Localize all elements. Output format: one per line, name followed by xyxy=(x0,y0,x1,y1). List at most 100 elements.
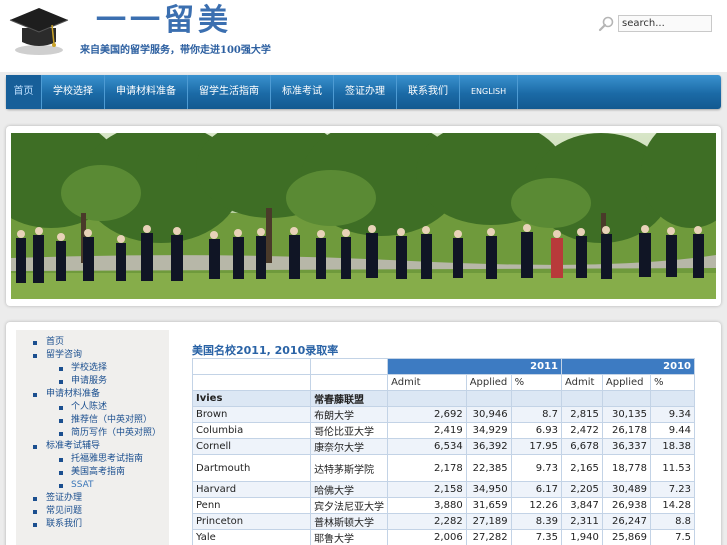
table-subheader-admit-2011: Admit xyxy=(387,374,467,391)
sidebar-item-sat-guide[interactable]: 美国高考指南 xyxy=(16,466,169,479)
logo-title-text: 一一留美 xyxy=(96,3,232,38)
table-subheader-admit-2010: Admit xyxy=(560,374,603,391)
table-header-blank xyxy=(191,358,312,375)
table-cell xyxy=(387,390,467,407)
table-cell xyxy=(510,390,562,407)
nav-item-study-life-guide[interactable]: 留学生活指南 xyxy=(188,75,271,109)
school-cn-cell: 耶鲁大学 xyxy=(310,529,389,545)
nav-item-home[interactable]: 首页 xyxy=(6,75,42,109)
school-cn-cell: 哥伦比亚大学 xyxy=(310,422,389,439)
value-cell: 25,869 xyxy=(601,529,652,545)
value-cell: 27,282 xyxy=(465,529,512,545)
value-cell: 6.93 xyxy=(510,422,562,439)
school-cn-cell: 哈佛大学 xyxy=(310,481,389,498)
school-name-cell: Cornell xyxy=(191,438,312,455)
school-cn-cell: 达特茅斯学院 xyxy=(310,454,389,482)
value-cell: 7.5 xyxy=(650,529,695,545)
nav-item-english[interactable]: ENGLISH xyxy=(460,75,519,109)
sidebar-item-resume-writing[interactable]: 简历写作（中英对照） xyxy=(16,427,169,440)
sidebar-item-recommendation-letter[interactable]: 推荐信（中英对照） xyxy=(16,414,169,427)
article-title[interactable]: 美国名校2011, 2010录取率 xyxy=(192,342,696,358)
table-subheader-percent-2011: % xyxy=(510,374,562,391)
school-name-cell: Columbia xyxy=(191,422,312,439)
sidebar: 首页 留学咨询 学校选择 申请服务 申请材料准备 个人陈述 推荐信（中英对照） … xyxy=(16,330,169,545)
nav-item-school-selection[interactable]: 学校选择 xyxy=(42,75,105,109)
value-cell: 18,778 xyxy=(601,454,652,482)
sidebar-item-school-selection[interactable]: 学校选择 xyxy=(16,362,169,375)
table-subheader-applied-2010: Applied xyxy=(601,374,652,391)
table-row: Cornell 康奈尔大学 6,534 36,392 17.95 6,678 36,337 1… xyxy=(191,438,695,455)
table-cell xyxy=(560,390,603,407)
school-cn-cell: 宾夕法尼亚大学 xyxy=(310,497,389,514)
value-cell: 2,419 xyxy=(387,422,467,439)
table-subheader-row: Admit Applied % Admit Applied % xyxy=(191,374,695,391)
value-cell: 6.17 xyxy=(510,481,562,498)
school-name-cell: Princeton xyxy=(191,513,312,530)
value-cell: 7.23 xyxy=(650,481,695,498)
value-cell: 8.8 xyxy=(650,513,695,530)
value-cell: 11.53 xyxy=(650,454,695,482)
value-cell: 22,385 xyxy=(465,454,512,482)
nav-item-contact[interactable]: 联系我们 xyxy=(397,75,460,109)
sidebar-item-personal-statement[interactable]: 个人陈述 xyxy=(16,401,169,414)
nav-item-application-materials[interactable]: 申请材料准备 xyxy=(105,75,188,109)
graduation-cap-logo-icon[interactable] xyxy=(8,4,70,58)
table-cell xyxy=(650,390,695,407)
sidebar-menu: 首页 留学咨询 学校选择 申请服务 申请材料准备 个人陈述 推荐信（中英对照） … xyxy=(16,330,169,531)
site-logo-title[interactable]: 一一留美 xyxy=(96,2,232,40)
nav-item-standard-tests[interactable]: 标准考试 xyxy=(271,75,334,109)
table-row: Harvard 哈佛大学 2,158 34,950 6.17 2,205 30,489 7.2… xyxy=(191,481,695,498)
value-cell: 6,534 xyxy=(387,438,467,455)
school-name-cell: Yale xyxy=(191,529,312,545)
value-cell: 18.38 xyxy=(650,438,695,455)
school-name-cell: Penn xyxy=(191,497,312,514)
value-cell: 3,880 xyxy=(387,497,467,514)
value-cell: 2,006 xyxy=(387,529,467,545)
nav-item-visa[interactable]: 签证办理 xyxy=(334,75,397,109)
sidebar-item-visa[interactable]: 签证办理 xyxy=(16,492,169,505)
sidebar-item-application-service[interactable]: 申请服务 xyxy=(16,375,169,388)
search-input[interactable] xyxy=(618,15,712,32)
school-name-cell: Harvard xyxy=(191,481,312,498)
search-icon[interactable] xyxy=(598,16,614,32)
main-content: 美国名校2011, 2010录取率 2011 2010 Admit Applie… xyxy=(191,342,696,545)
value-cell: 12.26 xyxy=(510,497,562,514)
school-name-cell: Dartmouth xyxy=(191,454,312,482)
table-row: Dartmouth 达特茅斯学院 2,178 22,385 9.73 2,165 18,77… xyxy=(191,454,695,482)
table-year-header-row: 2011 2010 xyxy=(191,358,696,375)
value-cell: 2,815 xyxy=(560,406,603,423)
site-slogan: 来自美国的留学服务，带你走进100强大学 xyxy=(80,45,271,56)
table-cell xyxy=(465,390,512,407)
value-cell: 17.95 xyxy=(510,438,562,455)
sidebar-item-consulting[interactable]: 留学咨询 xyxy=(16,349,169,362)
value-cell: 27,189 xyxy=(465,513,512,530)
group-cn-cell: 常春藤联盟 xyxy=(310,390,389,407)
value-cell: 14.28 xyxy=(650,497,695,514)
value-cell: 30,489 xyxy=(601,481,652,498)
sidebar-item-contact[interactable]: 联系我们 xyxy=(16,518,169,531)
table-header-blank xyxy=(310,358,389,375)
value-cell: 2,158 xyxy=(387,481,467,498)
value-cell: 2,178 xyxy=(387,454,467,482)
sidebar-item-faq[interactable]: 常见问题 xyxy=(16,505,169,518)
school-cn-cell: 布朗大学 xyxy=(310,406,389,423)
sidebar-item-ssat[interactable]: SSAT xyxy=(16,479,169,492)
sidebar-item-application-materials[interactable]: 申请材料准备 xyxy=(16,388,169,401)
school-cn-cell: 普林斯顿大学 xyxy=(310,513,389,530)
value-cell: 9.34 xyxy=(650,406,695,423)
sidebar-item-home[interactable]: 首页 xyxy=(16,336,169,349)
sidebar-item-test-tutoring[interactable]: 标准考试辅导 xyxy=(16,440,169,453)
value-cell: 6,678 xyxy=(560,438,603,455)
value-cell: 36,337 xyxy=(601,438,652,455)
sidebar-item-toefl-ielts[interactable]: 托福雅思考试指南 xyxy=(16,453,169,466)
table-row: Penn 宾夕法尼亚大学 3,880 31,659 12.26 3,847 26,938 14… xyxy=(191,497,695,514)
school-name-cell: Brown xyxy=(191,406,312,423)
value-cell: 34,950 xyxy=(465,481,512,498)
value-cell: 2,205 xyxy=(560,481,603,498)
value-cell: 8.39 xyxy=(510,513,562,530)
table-subheader-percent-2010: % xyxy=(650,374,695,391)
table-row: Columbia 哥伦比亚大学 2,419 34,929 6.93 2,472 26,178… xyxy=(191,422,695,439)
value-cell: 2,165 xyxy=(560,454,603,482)
table-subheader-applied-2011: Applied xyxy=(465,374,512,391)
value-cell: 31,659 xyxy=(465,497,512,514)
